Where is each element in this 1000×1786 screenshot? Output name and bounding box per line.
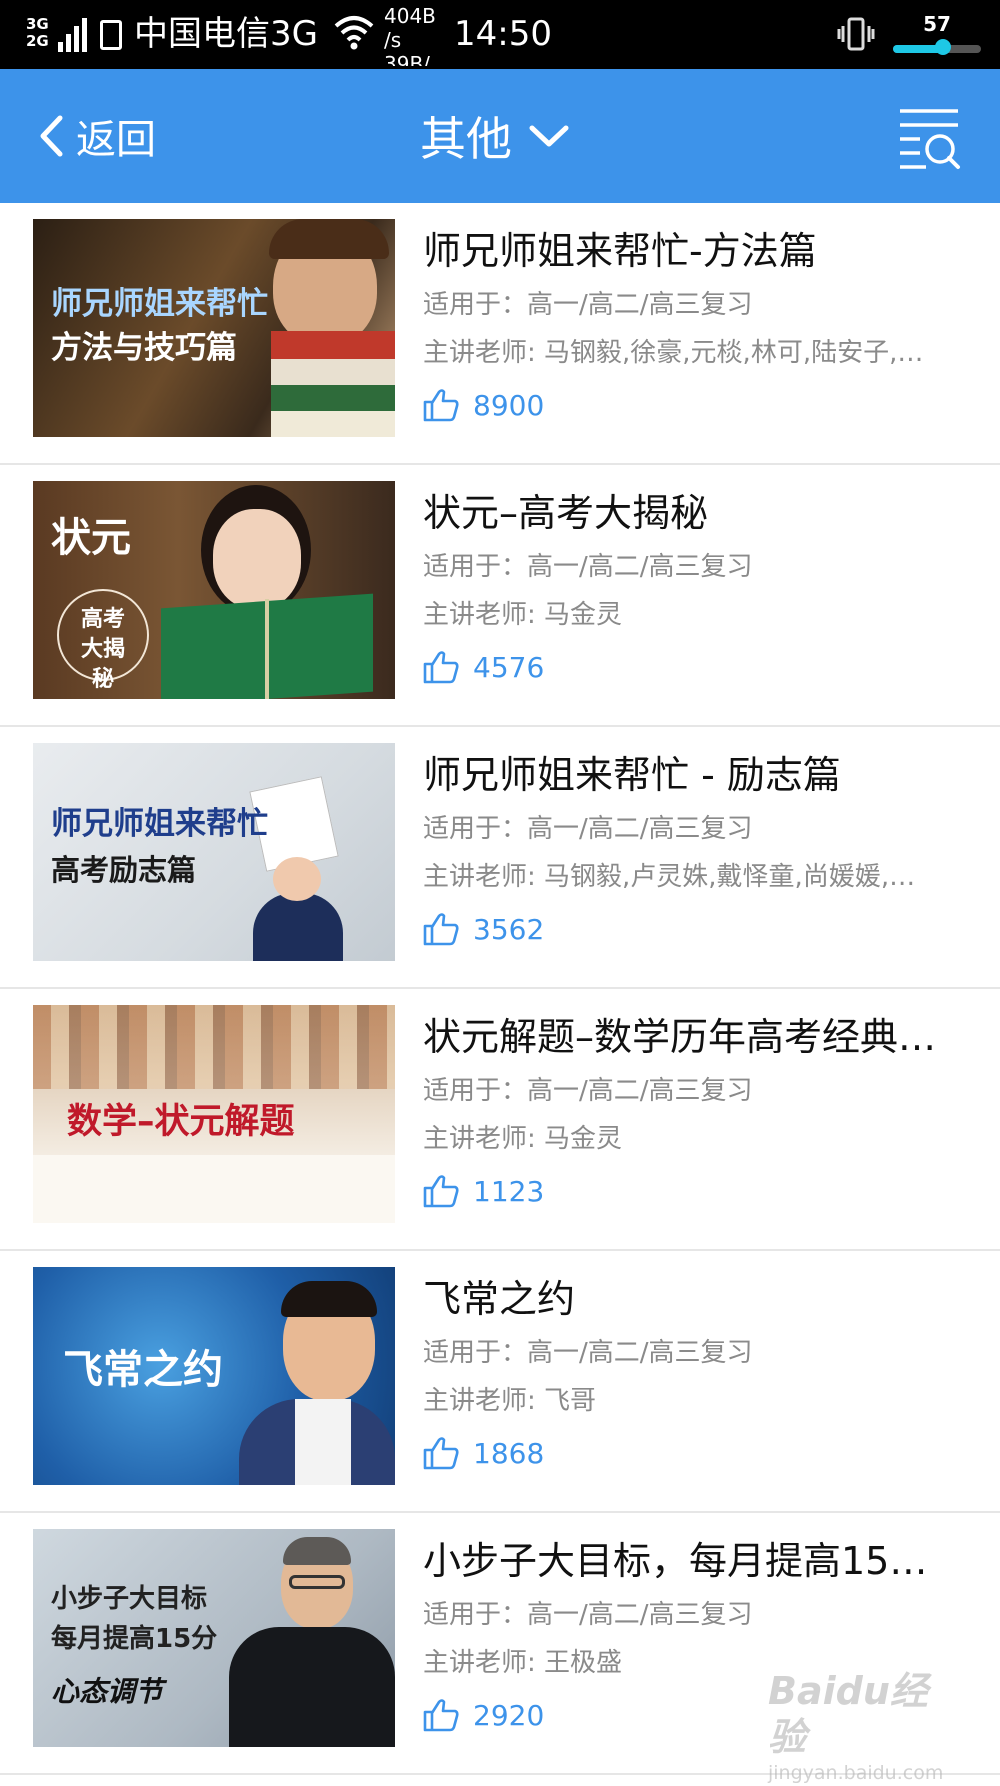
course-item[interactable]: 师兄师姐来帮忙 高考励志篇 师兄师姐来帮忙 - 励志篇 适用于：高一/高二/高三… xyxy=(0,727,1000,989)
like-count[interactable]: 3562 xyxy=(423,901,968,957)
wifi-icon xyxy=(334,16,374,50)
thumbnail-title: 状元 xyxy=(51,515,131,561)
thumbnail-subtitle: 高考 大揭秘 xyxy=(57,589,149,692)
search-list-icon[interactable] xyxy=(896,105,962,171)
course-teachers: 主讲老师: 马钢毅,徐豪,元棪,林可,陆安子,… xyxy=(423,338,924,368)
course-item[interactable]: 飞常之约 飞常之约 适用于：高一/高二/高三复习 主讲老师: 飞哥 1868 xyxy=(0,1251,1000,1513)
status-bar: 3G 2G 中国电信3G 404B /s 39B/ 14:50 57 xyxy=(0,0,1000,69)
thumbnail-title: 小步子大目标 xyxy=(51,1584,208,1614)
nav-bar: 返回 其他 xyxy=(0,69,1000,203)
back-label: 返回 xyxy=(76,117,156,163)
like-number: 1123 xyxy=(473,1174,545,1208)
course-item[interactable]: 状元 高考 大揭秘 状元–高考大揭秘 适用于：高一/高二/高三复习 主讲老师: … xyxy=(0,465,1000,727)
course-teachers: 主讲老师: 飞哥 xyxy=(423,1386,597,1416)
course-thumbnail: 飞常之约 xyxy=(33,1267,395,1485)
page-title: 其他 xyxy=(420,112,512,166)
category-dropdown[interactable]: 其他 xyxy=(420,105,570,167)
sim-icon xyxy=(100,20,122,50)
chevron-left-icon xyxy=(40,115,63,157)
vibrate-icon xyxy=(837,17,875,51)
course-teachers: 主讲老师: 马金灵 xyxy=(423,1124,623,1154)
watermark: Baidu经验 jingyan.baidu.com xyxy=(768,1668,958,1784)
course-title: 小步子大目标，每月提高15… xyxy=(423,1539,928,1583)
course-thumbnail: 状元 高考 大揭秘 xyxy=(33,481,395,699)
like-count[interactable]: 1868 xyxy=(423,1425,968,1481)
like-number: 8900 xyxy=(473,388,545,422)
course-info: 状元–高考大揭秘 适用于：高一/高二/高三复习 主讲老师: 马金灵 4576 xyxy=(423,483,968,695)
like-number: 4576 xyxy=(473,650,545,684)
course-thumbnail: 师兄师姐来帮忙 方法与技巧篇 xyxy=(33,219,395,437)
like-count[interactable]: 8900 xyxy=(423,377,968,433)
watermark-url: jingyan.baidu.com xyxy=(768,1762,944,1784)
course-audience: 适用于：高一/高二/高三复习 xyxy=(423,552,753,582)
thumbnail-title: 数学–状元解题 xyxy=(67,1102,295,1142)
carrier-name: 中国电信3G xyxy=(134,14,318,54)
like-count[interactable]: 4576 xyxy=(423,639,968,695)
course-thumbnail: 师兄师姐来帮忙 高考励志篇 xyxy=(33,743,395,961)
watermark-logo: Baidu经验 xyxy=(768,1669,928,1759)
back-button[interactable]: 返回 xyxy=(38,105,156,167)
thumbnail-title: 师兄师姐来帮忙 xyxy=(51,806,268,842)
course-audience: 适用于：高一/高二/高三复习 xyxy=(423,1076,753,1106)
thumbnail-subtitle: 方法与技巧篇 xyxy=(51,330,237,366)
course-info: 师兄师姐来帮忙-方法篇 适用于：高一/高二/高三复习 主讲老师: 马钢毅,徐豪,… xyxy=(423,221,968,433)
course-title: 师兄师姐来帮忙 - 励志篇 xyxy=(423,753,841,797)
course-audience: 适用于：高一/高二/高三复习 xyxy=(423,290,753,320)
course-audience: 适用于：高一/高二/高三复习 xyxy=(423,814,753,844)
like-number: 3562 xyxy=(473,912,545,946)
thumbs-up-icon xyxy=(423,913,459,946)
thumbnail-title: 飞常之约 xyxy=(63,1347,223,1393)
course-audience: 适用于：高一/高二/高三复习 xyxy=(423,1338,753,1368)
course-item[interactable]: 师兄师姐来帮忙 方法与技巧篇 师兄师姐来帮忙-方法篇 适用于：高一/高二/高三复… xyxy=(0,203,1000,465)
clock: 14:50 xyxy=(454,14,552,54)
course-title: 状元解题–数学历年高考经典… xyxy=(423,1015,937,1059)
course-thumbnail: 数学–状元解题 xyxy=(33,1005,395,1223)
course-title: 飞常之约 xyxy=(423,1277,576,1321)
course-title: 师兄师姐来帮忙-方法篇 xyxy=(423,229,817,273)
course-info: 师兄师姐来帮忙 - 励志篇 适用于：高一/高二/高三复习 主讲老师: 马钢毅,卢… xyxy=(423,745,968,957)
course-thumbnail: 小步子大目标 每月提高15分 心态调节 xyxy=(33,1529,395,1747)
thumbs-up-icon xyxy=(423,1437,459,1470)
thumbs-up-icon xyxy=(423,389,459,422)
course-teachers: 主讲老师: 马金灵 xyxy=(423,600,623,630)
battery-percent: 57 xyxy=(923,12,951,36)
thumbs-up-icon xyxy=(423,1175,459,1208)
like-number: 2920 xyxy=(473,1698,545,1732)
thumbnail-title: 师兄师姐来帮忙 xyxy=(51,286,268,322)
chevron-down-icon xyxy=(529,125,569,147)
course-info: 飞常之约 适用于：高一/高二/高三复习 主讲老师: 飞哥 1868 xyxy=(423,1269,968,1481)
thumbnail-subtitle: 高考励志篇 xyxy=(51,853,197,887)
course-info: 状元解题–数学历年高考经典… 适用于：高一/高二/高三复习 主讲老师: 马金灵 … xyxy=(423,1007,968,1219)
like-count[interactable]: 1123 xyxy=(423,1163,968,1219)
course-audience: 适用于：高一/高二/高三复习 xyxy=(423,1600,753,1630)
battery-indicator: 57 xyxy=(893,12,981,62)
thumbnail-subtitle: 每月提高15分 xyxy=(51,1624,218,1654)
thumbnail-caption: 心态调节 xyxy=(51,1675,164,1708)
signal-icon xyxy=(58,18,88,52)
course-teachers: 主讲老师: 马钢毅,卢灵姝,戴怿童,尚媛媛,… xyxy=(423,862,916,892)
thumbs-up-icon xyxy=(423,1699,459,1732)
thumbs-up-icon xyxy=(423,651,459,684)
course-item[interactable]: 数学–状元解题 状元解题–数学历年高考经典… 适用于：高一/高二/高三复习 主讲… xyxy=(0,989,1000,1251)
like-number: 1868 xyxy=(473,1436,545,1470)
course-title: 状元–高考大揭秘 xyxy=(423,491,709,535)
course-list: 师兄师姐来帮忙 方法与技巧篇 师兄师姐来帮忙-方法篇 适用于：高一/高二/高三复… xyxy=(0,203,1000,1775)
network-type: 3G 2G xyxy=(26,15,49,50)
network-speed: 404B /s 39B/ xyxy=(384,4,436,66)
